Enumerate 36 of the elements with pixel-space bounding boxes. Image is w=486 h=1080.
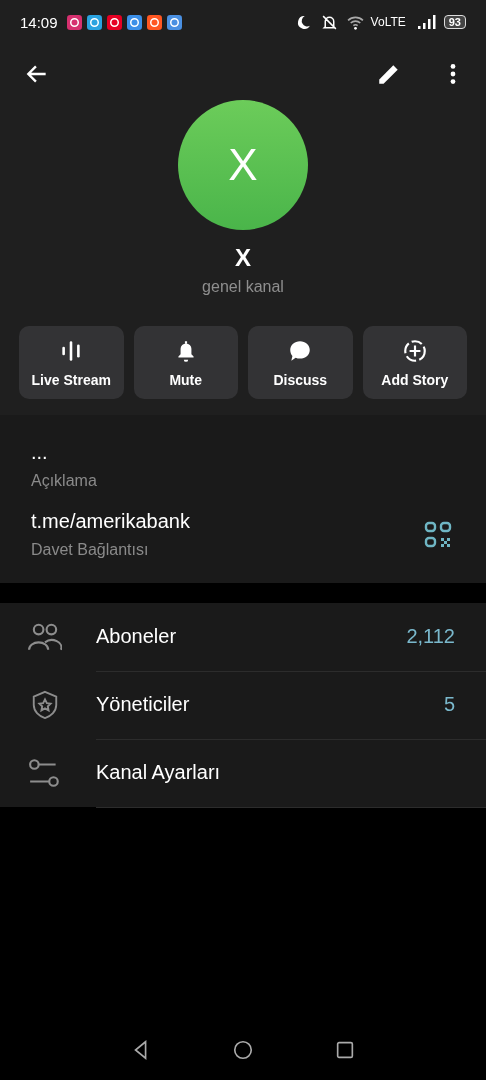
app-notification-icon	[86, 14, 102, 30]
app-notification-icon	[106, 14, 122, 30]
app-notification-icon	[66, 14, 82, 30]
channel-name: X	[235, 244, 251, 272]
settings-row[interactable]: Kanal Ayarları	[0, 739, 486, 807]
info-value: t.me/amerikabank	[31, 510, 191, 533]
app-notification-icon	[126, 14, 142, 30]
menu-label: Yöneticiler	[96, 693, 191, 716]
channel-subtitle: genel kanal	[202, 278, 284, 296]
menu-count: 5	[443, 693, 455, 716]
admins-row[interactable]: Yöneticiler 5	[0, 671, 486, 739]
menu-count: 2,112	[406, 625, 455, 648]
menu-label: Kanal Ayarları	[96, 761, 222, 784]
bell-off-icon	[320, 13, 338, 31]
add-circle-icon	[401, 337, 428, 364]
channel-avatar: X	[178, 100, 308, 230]
home-nav-icon[interactable]	[232, 1039, 254, 1061]
stream-button[interactable]: Live Stream	[19, 326, 124, 399]
menu-label: Aboneler	[96, 625, 178, 648]
recents-nav-icon[interactable]	[334, 1039, 356, 1061]
app-notification-icon	[166, 14, 182, 30]
info-caption: Açıklama	[31, 472, 98, 490]
app-notification-icon	[146, 14, 162, 30]
info-value: ...	[31, 441, 49, 464]
info-caption: Davet Bağlantısı	[31, 541, 150, 559]
story-button[interactable]: Add Story	[362, 326, 467, 399]
sliders-icon	[28, 758, 62, 788]
network-label: VoLTE	[370, 15, 406, 29]
subscribers-row[interactable]: Aboneler 2,112	[0, 603, 486, 671]
qr-code-icon[interactable]	[424, 520, 452, 549]
battery-level: 93	[443, 15, 466, 29]
discuss-button[interactable]: Discuss	[248, 326, 353, 399]
status-time: 14:09	[20, 13, 58, 31]
people-icon	[28, 622, 62, 652]
mute-button[interactable]: Mute	[133, 326, 238, 399]
signal-icon	[416, 15, 437, 29]
